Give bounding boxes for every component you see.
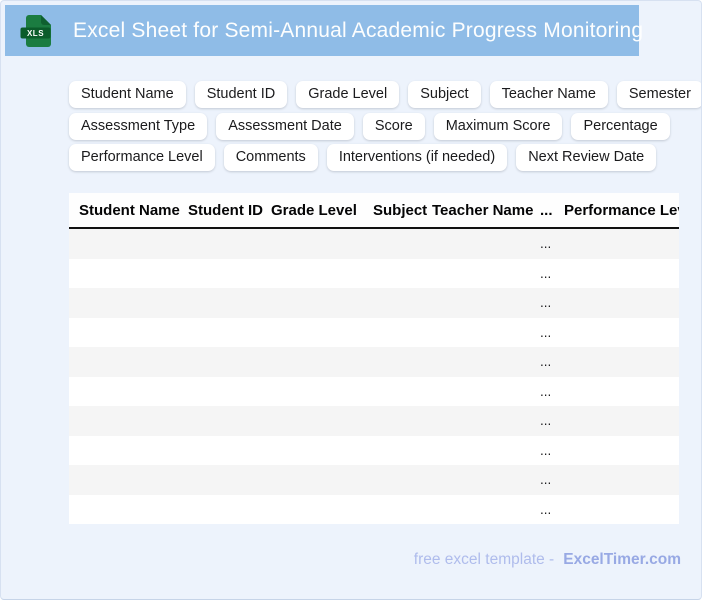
column-chip[interactable]: Semester xyxy=(616,81,701,108)
table-cell: ... xyxy=(540,501,552,517)
table-row: ... xyxy=(69,494,679,524)
header-bar: XLS Excel Sheet for Semi-Annual Academic… xyxy=(5,5,643,56)
column-chip[interactable]: Teacher Name xyxy=(489,81,608,108)
footer-text: free excel template - xyxy=(413,551,555,568)
table-row: ... xyxy=(69,229,679,259)
column-chips: Student Name Student ID Grade Level Subject… xyxy=(69,81,701,176)
table-cell: ... xyxy=(540,324,552,340)
table-cell: ... xyxy=(540,265,552,281)
column-chip[interactable]: Score xyxy=(362,112,425,140)
table-row: ... xyxy=(69,406,679,436)
column-chip[interactable]: Assessment Type xyxy=(69,112,208,140)
table-column-header: Performance Level xyxy=(564,201,679,219)
table-cell: ... xyxy=(540,383,552,399)
column-chip[interactable]: Performance Level xyxy=(69,144,215,171)
table-column-header: ... xyxy=(540,201,553,219)
table-row: ... xyxy=(69,376,679,406)
table-body: .............................. xyxy=(69,229,679,524)
table-cell: ... xyxy=(540,354,552,370)
table-column-header: Teacher Name xyxy=(432,201,534,219)
footer: free excel template - ExcelTimer.com xyxy=(69,551,681,569)
table-row: ... xyxy=(69,258,679,288)
column-chip[interactable]: Interventions (if needed) xyxy=(326,144,508,171)
table-row: ... xyxy=(69,317,679,347)
xls-file-icon: XLS xyxy=(20,14,51,47)
table-row: ... xyxy=(69,288,679,318)
chip-row: Assessment Type Assessment Date Score Maxim… xyxy=(69,112,681,140)
footer-brand-link[interactable]: ExcelTimer.com xyxy=(563,551,681,568)
table-column-header: Student Name xyxy=(79,201,180,219)
chip-row: Student Name Student ID Grade Level Subject… xyxy=(69,81,701,108)
column-chip[interactable]: Grade Level xyxy=(296,81,400,108)
column-chip[interactable]: Subject xyxy=(408,81,481,108)
column-chip[interactable]: Student ID xyxy=(194,81,288,108)
column-chip[interactable]: Next Review Date xyxy=(516,144,657,171)
chip-row: Performance Level Comments Interventions (… xyxy=(69,144,681,171)
column-chip[interactable]: Student Name xyxy=(69,81,186,108)
column-chip[interactable]: Comments xyxy=(223,144,318,171)
column-chip[interactable]: Maximum Score xyxy=(433,112,563,140)
spreadsheet-preview-table: Student Name Student ID Grade Level Subject… xyxy=(69,193,679,524)
xls-icon-label: XLS xyxy=(27,29,44,38)
table-cell: ... xyxy=(540,236,552,252)
column-chip[interactable]: Percentage xyxy=(571,112,670,140)
table-column-header: Grade Level xyxy=(271,201,357,219)
table-row: ... xyxy=(69,435,679,465)
table-cell: ... xyxy=(540,442,552,458)
table-column-header: Student ID xyxy=(188,201,263,219)
table-row: ... xyxy=(69,347,679,377)
table-row: ... xyxy=(69,465,679,495)
table-cell: ... xyxy=(540,472,552,488)
table-header-row: Student Name Student ID Grade Level Subject… xyxy=(69,193,679,229)
page: XLS Excel Sheet for Semi-Annual Academic… xyxy=(0,0,702,600)
column-chip[interactable]: Assessment Date xyxy=(216,112,354,140)
page-title: Excel Sheet for Semi-Annual Academic Pro… xyxy=(73,18,644,42)
table-cell: ... xyxy=(540,413,552,429)
table-cell: ... xyxy=(540,295,552,311)
table-column-header: Subject xyxy=(373,201,428,219)
